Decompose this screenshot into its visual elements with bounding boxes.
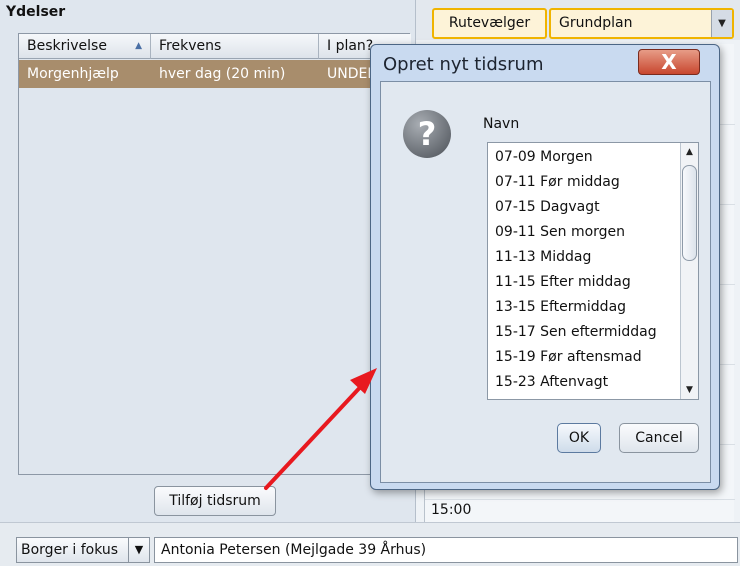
list-item[interactable]: 15-17 Sen eftermiddag	[488, 320, 687, 345]
sort-ascending-icon: ▲	[135, 41, 142, 51]
chevron-down-icon[interactable]: ▼	[711, 10, 732, 37]
list-item[interactable]: 15-19 Før aftensmad	[488, 345, 687, 370]
add-timespan-button[interactable]: Tilføj tidsrum	[154, 486, 276, 516]
time-label: 15:00	[431, 502, 472, 518]
table-row[interactable]: Morgenhjælp hver dag (20 min) UNDEF	[19, 60, 409, 88]
cell-frekvens: hver dag (20 min)	[159, 66, 286, 82]
plan-select[interactable]: Grundplan ▼	[549, 8, 734, 39]
scroll-down-icon[interactable]: ▼	[681, 381, 698, 399]
list-item[interactable]: 07-15 Dagvagt	[488, 195, 687, 220]
list-item[interactable]: 11-15 Efter middag	[488, 270, 687, 295]
create-timespan-dialog: Opret nyt tidsrum X ? Navn 07-09 Morgen …	[370, 44, 720, 490]
chevron-down-icon[interactable]: ▼	[128, 537, 150, 563]
list-item[interactable]: 13-15 Eftermiddag	[488, 295, 687, 320]
cancel-button[interactable]: Cancel	[619, 423, 699, 453]
column-header-frekvens[interactable]: Frekvens	[151, 34, 319, 59]
dialog-title: Opret nyt tidsrum	[383, 54, 544, 75]
column-header-label: Beskrivelse	[27, 38, 107, 54]
citizen-field[interactable]: Antonia Petersen (Mejlgade 39 Århus)	[154, 537, 738, 563]
schedule-toolbar: Rutevælger Grundplan ▼	[416, 0, 740, 40]
borger-i-fokus-label[interactable]: Borger i fokus	[16, 537, 132, 563]
list-item[interactable]: 11-13 Middag	[488, 245, 687, 270]
list-item[interactable]: 15-23 Aftenvagt	[488, 370, 687, 395]
scroll-up-icon[interactable]: ▲	[681, 143, 698, 161]
ok-button[interactable]: OK	[557, 423, 601, 453]
ydelser-panel: Ydelser Beskrivelse ▲ Frekvens I plan? M…	[0, 0, 416, 522]
ydelser-table: Beskrivelse ▲ Frekvens I plan? Morgenhjæ…	[18, 33, 411, 475]
navn-label: Navn	[483, 116, 520, 132]
cell-beskrivelse: Morgenhjælp	[27, 66, 119, 82]
question-icon: ?	[403, 110, 451, 158]
scrollbar-thumb[interactable]	[682, 165, 697, 261]
column-header-beskrivelse[interactable]: Beskrivelse ▲	[19, 34, 151, 59]
close-icon[interactable]: X	[638, 49, 700, 75]
timespan-list[interactable]: 07-09 Morgen 07-11 Før middag 07-15 Dagv…	[487, 142, 699, 400]
list-scrollbar[interactable]: ▲ ▼	[680, 143, 698, 399]
citizen-focus-bar: Borger i fokus ▼ Antonia Petersen (Mejlg…	[0, 522, 740, 566]
list-item[interactable]: 09-11 Sen morgen	[488, 220, 687, 245]
timeline-gridline	[425, 499, 735, 500]
panel-title: Ydelser	[6, 4, 66, 20]
list-item[interactable]: 07-09 Morgen	[488, 145, 687, 170]
list-item[interactable]: 07-11 Før middag	[488, 170, 687, 195]
dialog-body: ? Navn 07-09 Morgen 07-11 Før middag 07-…	[380, 81, 711, 483]
plan-select-value: Grundplan	[559, 15, 633, 31]
route-selector-button[interactable]: Rutevælger	[432, 8, 547, 39]
